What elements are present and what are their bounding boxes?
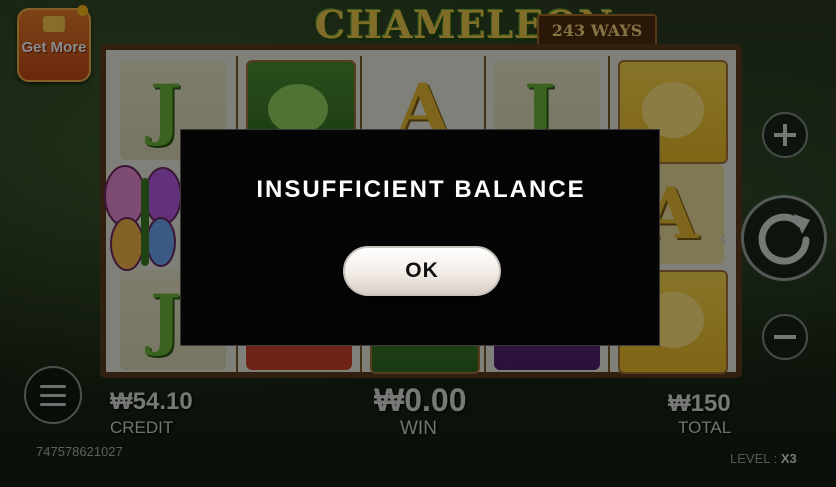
ok-button[interactable]: OK xyxy=(343,246,501,296)
insufficient-balance-dialog: INSUFFICIENT BALANCE OK xyxy=(180,129,660,346)
dialog-message: INSUFFICIENT BALANCE xyxy=(256,176,586,203)
